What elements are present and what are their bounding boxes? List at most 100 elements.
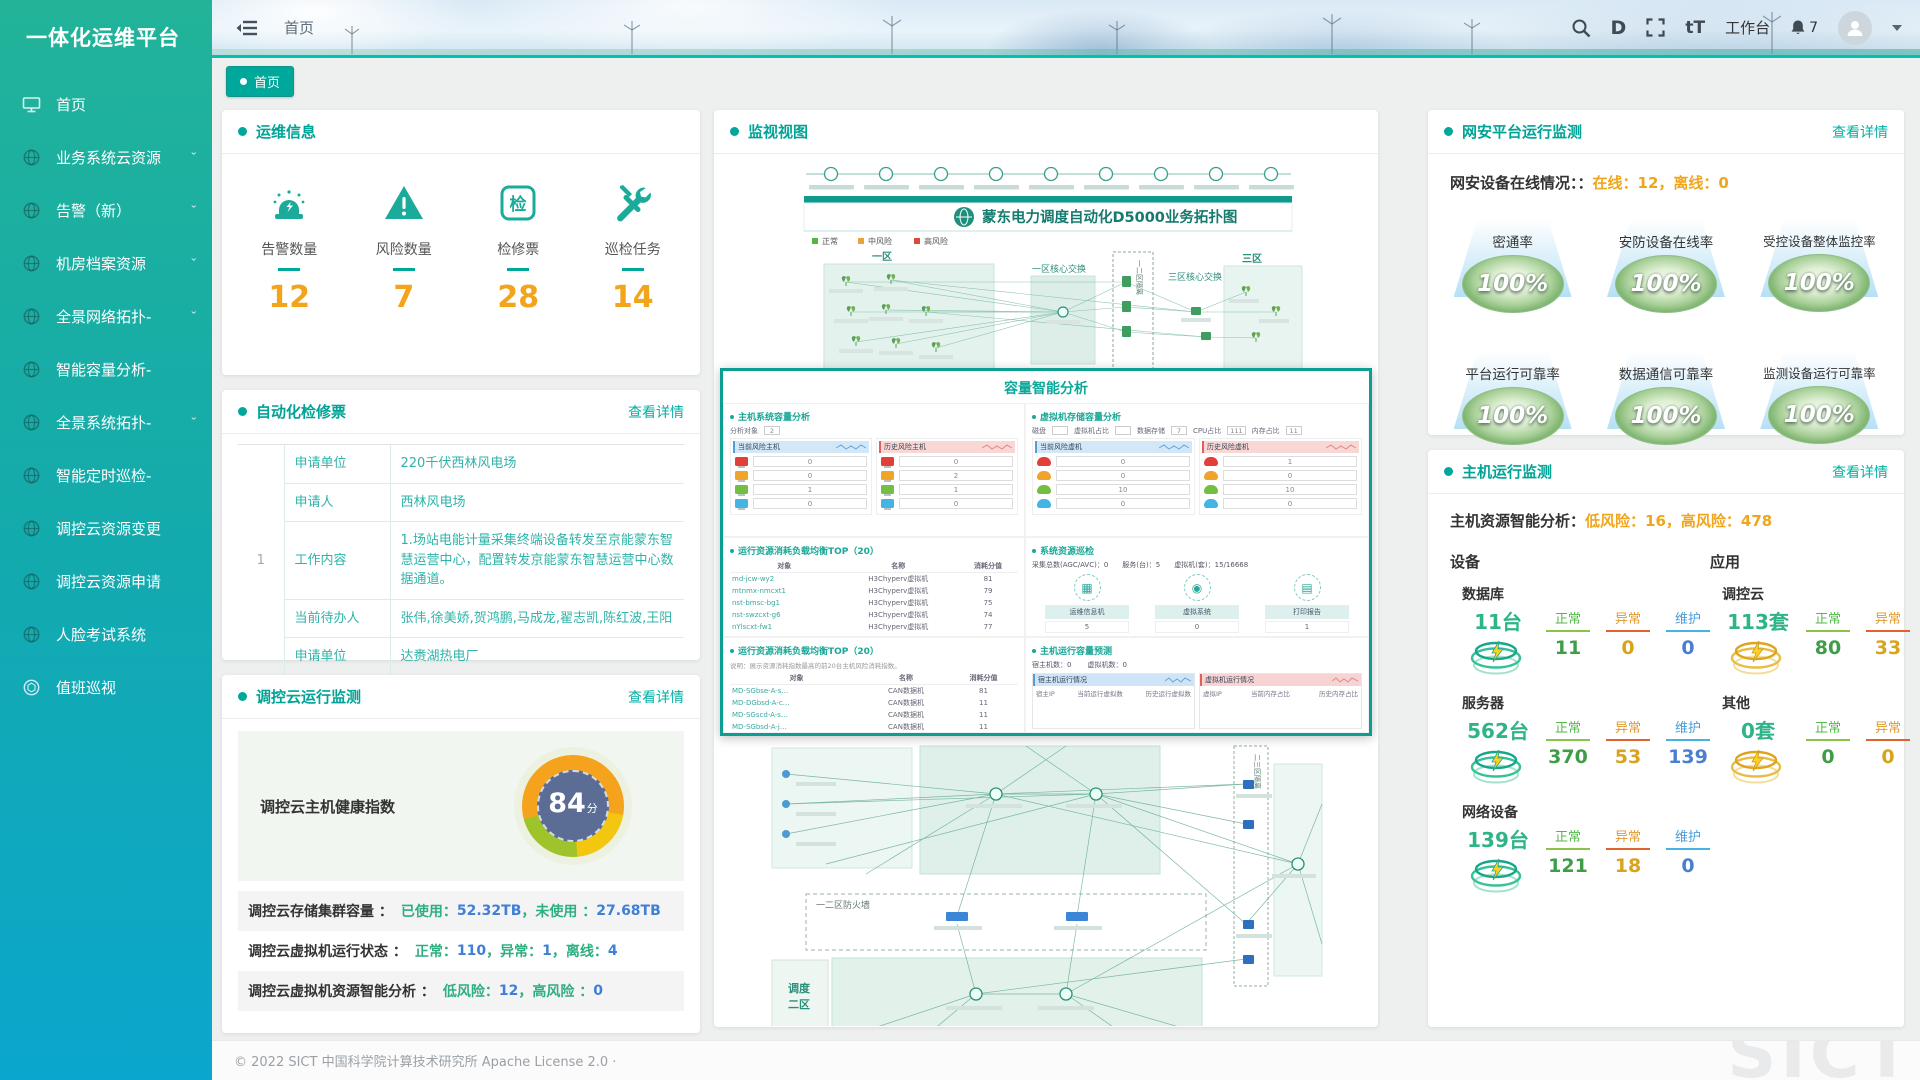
alarm-siren-icon (266, 180, 312, 226)
stat-value: 28 (470, 280, 566, 315)
notification-bell[interactable]: 7 (1790, 19, 1818, 36)
inspection-badge-icon: 检 (495, 180, 541, 226)
host-monitor-card: 主机运行监测 查看详情 主机资源智能分析：低风险：16，高风险：478 设备 数… (1428, 450, 1904, 1027)
view-detail-link[interactable]: 查看详情 (1832, 122, 1888, 142)
gauge-rate: 平台运行可靠率 100% (1436, 351, 1589, 461)
tab-row: 首页 (212, 61, 1920, 98)
sidebar-menu: 首页 业务系统云资源 ˇ 告警（新） ˇ 机房档案资源 ˇ 全景网络拓扑- ˇ … (0, 78, 212, 714)
app-title: 一体化运维平台 (0, 0, 212, 52)
card-title: 自动化检修票 (256, 401, 346, 422)
panel-system-inspection: 系统资源巡检 采集总数(AGC/AVC)：0服务(台)：5虚拟机(套)：15/1… (1025, 537, 1369, 637)
auto-maintenance-ticket-card: 自动化检修票 查看详情 1 申请单位220千伏西林风电场 申请人西林风电场 工作… (222, 390, 700, 660)
sidebar-item-label: 人脸考试系统 (56, 624, 146, 645)
report-circle-icon: ▤ (1294, 574, 1321, 601)
camera-circle-icon: ◉ (1184, 574, 1211, 601)
stat-label: 告警数量 (241, 239, 337, 259)
chevron-down-icon: ˇ (189, 416, 197, 429)
table-row: 申请单位达赉湖热电厂 (238, 638, 684, 676)
bell-icon (1790, 19, 1806, 36)
tab-home[interactable]: 首页 (226, 66, 294, 97)
cloud-monitor-card: 调控云运行监测 查看详情 调控云主机健康指数 84分 调控云存储集群容量 ： 已… (222, 675, 700, 1033)
panel-vm-storage-capacity: 虚拟机存储容量分析 磁盘 虚拟机占比 数据存储7 CPU占比111 内存占比11 (1025, 403, 1369, 537)
user-menu-caret-icon[interactable] (1892, 25, 1902, 31)
sidebar-item-home[interactable]: 首页 (0, 78, 212, 131)
health-index-label: 调控云主机健康指数 (238, 796, 522, 817)
svg-text:蒙东电力调度自动化D5000业务拓扑图: 蒙东电力调度自动化D5000业务拓扑图 (982, 208, 1237, 226)
vm-status-row: 调控云虚拟机运行状态 ： 正常：110 ，异常：1 ，离线：4 (238, 931, 684, 971)
gauge-rate: 监测设备运行可靠率 100% (1743, 351, 1896, 461)
tab-dot-icon (240, 78, 247, 85)
group-database: 数据库 11台 正常11 异常0 维护0 (1450, 584, 1710, 681)
document-d-icon[interactable]: D (1611, 17, 1627, 39)
stat-maintenance-ticket: 检 检修票 28 (470, 180, 566, 315)
energy-rings-icon (1466, 853, 1530, 895)
avatar[interactable] (1838, 11, 1872, 45)
globe-icon (22, 254, 41, 273)
sidebar: 一体化运维平台 首页 业务系统云资源 ˇ 告警（新） ˇ 机房档案资源 ˇ 全景… (0, 0, 212, 1080)
search-icon[interactable] (1571, 18, 1591, 38)
svg-text:中风险: 中风险 (868, 236, 892, 246)
workbench-link[interactable]: 工作台 (1725, 17, 1770, 38)
font-size-icon[interactable]: tT (1685, 18, 1705, 38)
globe-icon (22, 466, 41, 485)
sidebar-item-cloud-resource-change[interactable]: 调控云资源变更 (0, 502, 212, 555)
cloud-red-icon (1037, 457, 1051, 466)
globe-icon (22, 307, 41, 326)
home-monitor-icon (22, 95, 41, 114)
gauge-badge: 100% (1615, 255, 1717, 313)
view-detail-link[interactable]: 查看详情 (628, 687, 684, 707)
svg-text:高风险: 高风险 (924, 236, 948, 246)
sidebar-item-room-archive[interactable]: 机房档案资源 ˇ (0, 237, 212, 290)
sidebar-item-duty-patrol[interactable]: 值班巡视 (0, 661, 212, 714)
panel-capacity-forecast: 主机运行容量预测 宿主机数：0虚拟机数：0 宿主机运行情况 宿主IP当前运行虚拟… (1025, 637, 1369, 733)
chevron-down-icon: ˇ (189, 257, 197, 270)
svg-text:一二区隔离: 一二区隔离 (1135, 260, 1144, 295)
globe-icon (22, 201, 41, 220)
svg-text:三区核心交换: 三区核心交换 (1168, 271, 1222, 283)
gauge-badge: 100% (1768, 254, 1870, 312)
fullscreen-icon[interactable] (1646, 18, 1665, 37)
sidebar-item-scheduled-inspection[interactable]: 智能定时巡检- (0, 449, 212, 502)
view-detail-link[interactable]: 查看详情 (628, 402, 684, 422)
netsec-monitor-card: 网安平台运行监测 查看详情 网安设备在线情况：：在线：12，离线：0 密通率 1… (1428, 110, 1904, 435)
sidebar-item-alarm[interactable]: 告警（新） ˇ (0, 184, 212, 237)
sidebar-item-label: 调控云资源申请 (56, 571, 161, 592)
sidebar-item-capacity-analysis[interactable]: 智能容量分析- (0, 343, 212, 396)
topology-diagram-bottom: 二三区隔离 一二区防火墙 调度 二区 (766, 744, 1326, 1026)
svg-text:二三区隔离: 二三区隔离 (1253, 754, 1262, 789)
table-row: 工作内容1.场站电能计量采集终端设备转发至京能蒙东智慧运营中心，配置转发京能蒙东… (238, 522, 684, 600)
monitor-green-icon (735, 485, 748, 494)
collapse-menu-icon[interactable] (236, 19, 258, 37)
svg-text:调度: 调度 (788, 981, 811, 995)
sidebar-item-system-topology[interactable]: 全景系统拓扑- ˇ (0, 396, 212, 449)
sidebar-item-label: 机房档案资源 (56, 253, 146, 274)
globe-icon (22, 625, 41, 644)
cube-icon (22, 678, 41, 697)
sidebar-item-network-topology[interactable]: 全景网络拓扑- ˇ (0, 290, 212, 343)
cloud-blue-icon (1037, 499, 1051, 508)
sidebar-item-face-exam[interactable]: 人脸考试系统 (0, 608, 212, 661)
stat-value: 14 (585, 280, 681, 315)
gauge-badge: 100% (1462, 387, 1564, 445)
breadcrumb[interactable]: 首页 (284, 17, 314, 38)
svg-text:一区核心交换: 一区核心交换 (1032, 263, 1086, 275)
sidebar-item-cloud-resource-apply[interactable]: 调控云资源申请 (0, 555, 212, 608)
table-row: 1 申请单位220千伏西林风电场 (238, 445, 684, 484)
copyright-text: © 2022 SICT 中国科学院计算技术研究所 Apache License … (234, 1051, 616, 1070)
energy-rings-icon (1466, 744, 1530, 786)
cloud-green-icon (1037, 485, 1051, 494)
footer: © 2022 SICT 中国科学院计算技术研究所 Apache License … (212, 1040, 1920, 1080)
panel-load-top20-2: 运行资源消耗负载均衡TOP（20） 说明：展示资源消耗指数最高的前20台主机风险… (723, 637, 1025, 733)
sidebar-item-label: 智能定时巡检- (56, 465, 151, 486)
sidebar-item-business-cloud[interactable]: 业务系统云资源 ˇ (0, 131, 212, 184)
globe-icon (22, 413, 41, 432)
monitor-orange-icon (735, 471, 748, 480)
sict-watermark: SICT (1727, 1040, 1914, 1080)
view-detail-link[interactable]: 查看详情 (1832, 462, 1888, 482)
stat-label: 风险数量 (356, 239, 452, 259)
energy-rings-icon (1466, 635, 1530, 677)
gauge-badge: 100% (1768, 386, 1870, 444)
sidebar-item-label: 业务系统云资源 (56, 147, 161, 168)
monitor-view-card: 监视视图 蒙东电力调度自动化D5000业务拓扑图 (714, 110, 1378, 1027)
card-title: 主机运行监测 (1462, 461, 1552, 482)
